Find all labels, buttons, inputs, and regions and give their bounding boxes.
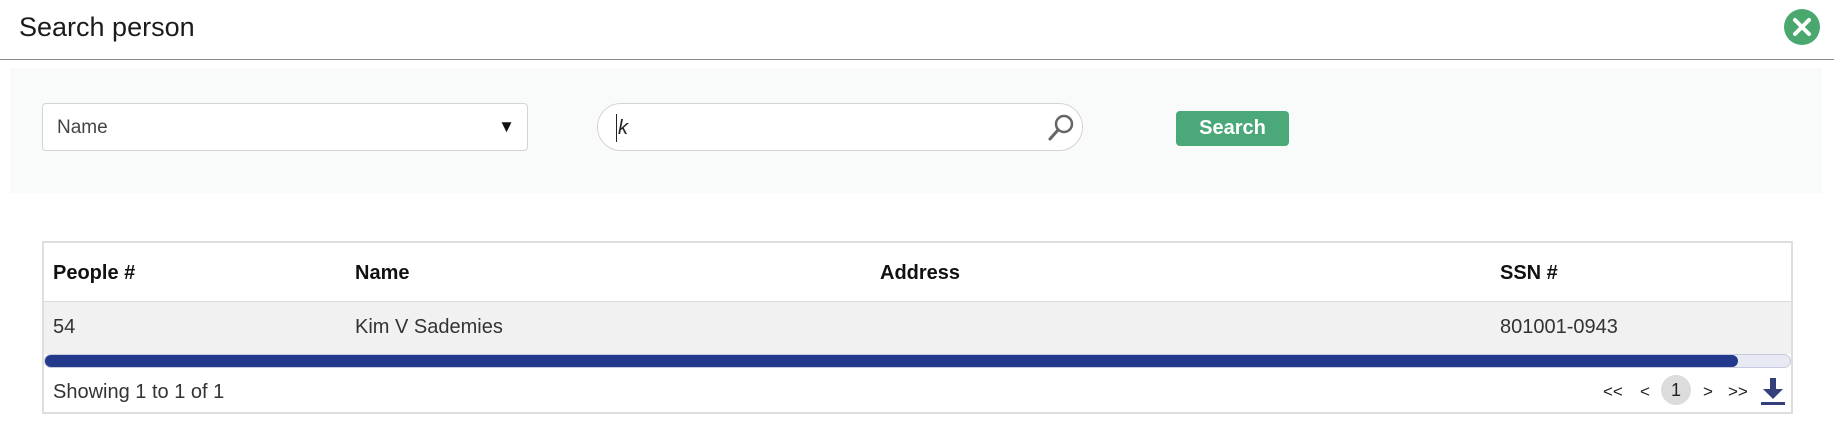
search-input[interactable] (618, 114, 1018, 142)
search-panel: Name ▼ Search (10, 68, 1822, 193)
dialog-title: Search person (19, 12, 195, 42)
column-header-address[interactable]: Address (880, 262, 960, 285)
close-icon (1793, 18, 1811, 36)
horizontal-scrollbar[interactable] (44, 354, 1791, 368)
download-icon[interactable] (1760, 376, 1786, 406)
table-footer: Showing 1 to 1 of 1 << < 1 > >> (44, 370, 1791, 414)
search-field-select-value: Name (57, 117, 108, 138)
pager-current-page[interactable]: 1 (1661, 375, 1691, 405)
triangle-down-icon: ▼ (498, 117, 515, 136)
search-field-select[interactable]: Name ▼ (42, 103, 528, 151)
table-header-row: People # Name Address SSN # (44, 243, 1791, 302)
dialog-header: Search person (0, 0, 1834, 60)
pager-first[interactable]: << (1603, 382, 1623, 402)
results-table: People # Name Address SSN # 54 Kim V Sad… (42, 241, 1793, 414)
pager-prev[interactable]: < (1640, 382, 1650, 402)
pager-next[interactable]: > (1703, 382, 1713, 402)
close-button[interactable] (1784, 9, 1820, 45)
search-icon[interactable] (1046, 113, 1076, 143)
column-header-name[interactable]: Name (355, 262, 409, 285)
cell-ssn: 801001-0943 (1500, 316, 1618, 338)
search-button[interactable]: Search (1176, 111, 1289, 146)
cell-people-no: 54 (53, 316, 76, 338)
pager-last[interactable]: >> (1728, 382, 1748, 402)
search-box[interactable] (597, 103, 1083, 151)
cell-name: Kim V Sademies (355, 316, 503, 338)
scrollbar-thumb[interactable] (45, 355, 1738, 367)
table-row[interactable]: 54 Kim V Sademies 801001-0943 (44, 302, 1791, 354)
showing-info: Showing 1 to 1 of 1 (53, 381, 225, 403)
text-caret (616, 114, 617, 142)
column-header-people-no[interactable]: People # (53, 262, 135, 285)
column-header-ssn[interactable]: SSN # (1500, 262, 1558, 285)
